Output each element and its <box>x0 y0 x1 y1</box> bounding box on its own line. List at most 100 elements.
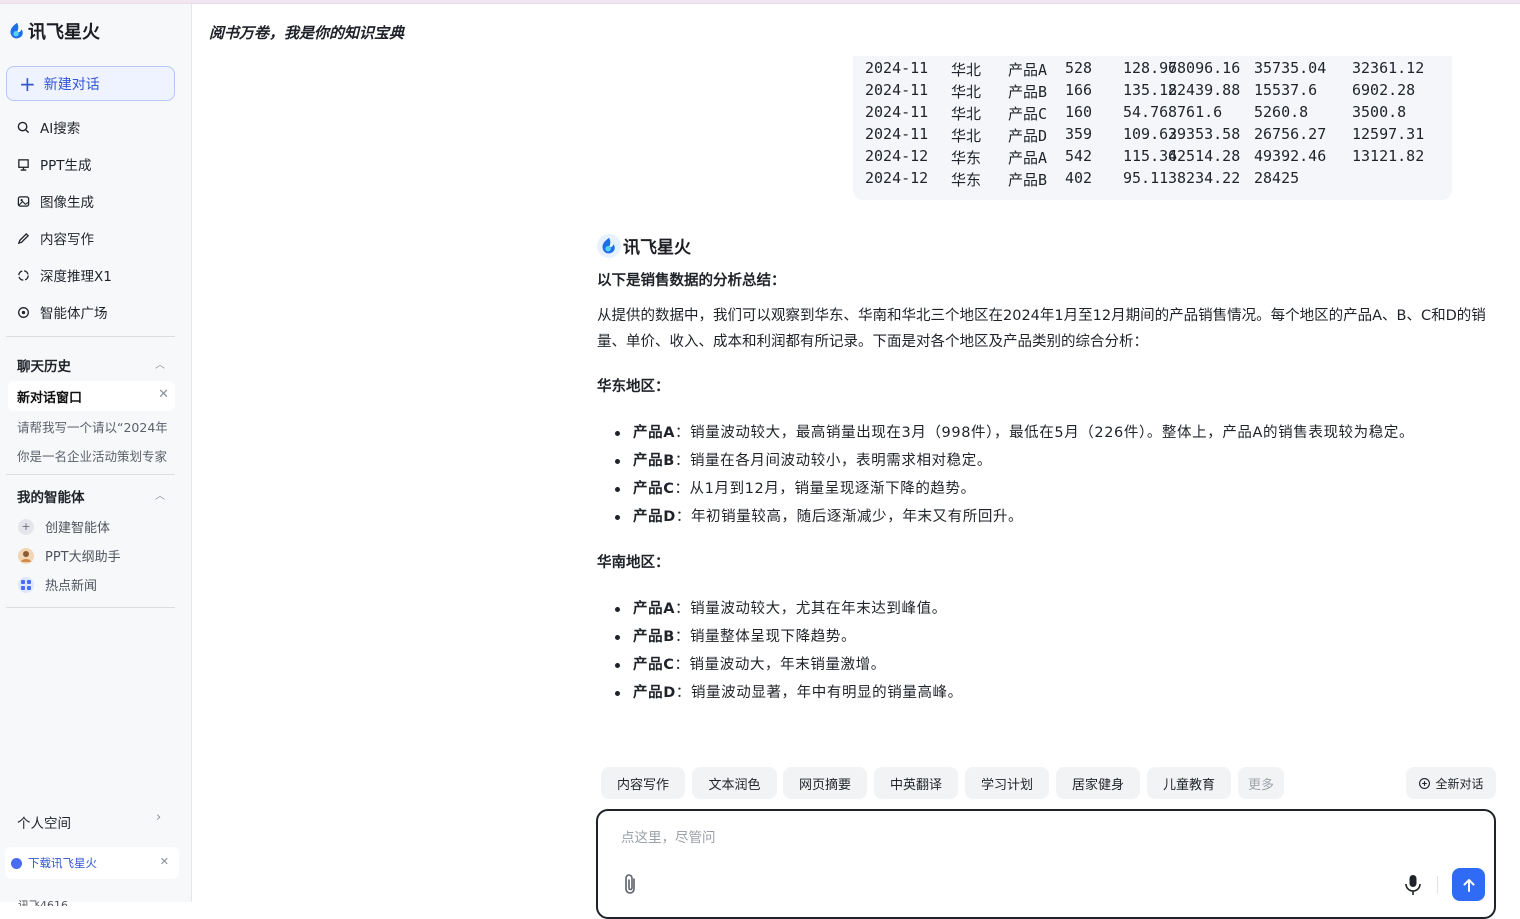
table-cell: 华北 <box>951 127 982 145</box>
table-cell: 38234.22 <box>1168 169 1241 187</box>
microphone-icon[interactable] <box>1403 874 1423 900</box>
history-item[interactable]: 你是一名企业活动策划专家 <box>17 446 167 465</box>
agent-create[interactable]: + 创建智能体 <box>18 517 110 536</box>
list-item: 产品A：销量波动较大，尤其在年末达到峰值。 <box>597 595 1502 623</box>
nav-image[interactable]: 图像生成 <box>16 190 94 212</box>
list-item: 产品B：销量在各月间波动较小，表明需求相对稳定。 <box>597 447 1502 475</box>
chip-more[interactable]: 更多 <box>1238 767 1284 799</box>
table-cell: 2024-11 <box>865 81 929 99</box>
data-table-block: 2024-11 华北 产品A 528 128.97 68096.16 35735.04 323… <box>853 56 1452 200</box>
product-label: 产品A <box>633 601 676 617</box>
chip-text-polish[interactable]: 文本润色 <box>692 767 777 799</box>
close-icon[interactable]: ✕ <box>158 387 169 402</box>
nav-agent-plaza[interactable]: 智能体广场 <box>16 301 108 323</box>
chip-web-summary[interactable]: 网页摘要 <box>783 767 867 799</box>
send-button[interactable] <box>1452 868 1485 901</box>
table-cell: 359 <box>1065 125 1093 143</box>
brand-name: 讯飞星火 <box>28 22 100 43</box>
section-south-title: 华南地区： <box>597 555 670 571</box>
brand-logo[interactable]: 讯飞星火 <box>8 18 100 44</box>
east-list: 产品A：销量波动较大，最高销量出现在3月（998件），最低在5月（226件）。整… <box>597 419 1502 531</box>
assistant-logo: 讯飞星火 <box>597 233 691 258</box>
agent-plaza-icon <box>16 305 30 319</box>
agent-label: 热点新闻 <box>45 579 98 594</box>
history-item-label: 新对话窗口 <box>17 390 83 406</box>
table-cell: 华北 <box>951 105 982 123</box>
product-label: 产品D <box>633 509 676 525</box>
table-cell: 166 <box>1065 81 1093 99</box>
table-cell: 28425 <box>1254 169 1300 187</box>
input-divider <box>1437 876 1438 894</box>
chip-translate[interactable]: 中英翻译 <box>874 767 958 799</box>
plus-icon: + <box>19 71 36 96</box>
chevron-up-icon[interactable]: ︿ <box>155 356 165 371</box>
download-banner[interactable]: 下载讯飞星火 ✕ <box>5 847 179 879</box>
close-icon[interactable]: ✕ <box>160 855 169 868</box>
chip-study-plan[interactable]: 学习计划 <box>965 767 1049 799</box>
table-cell: 5260.8 <box>1254 103 1309 121</box>
table-cell: 95.11 <box>1123 169 1169 187</box>
spark-dot-icon <box>11 857 22 869</box>
sidebar-divider <box>6 336 175 337</box>
history-item-active[interactable]: 新对话窗口 ✕ <box>8 381 175 411</box>
history-section-title: 聊天历史 <box>17 359 71 375</box>
chat-input-placeholder: 点这里，尽管问 <box>621 830 716 846</box>
list-item: 产品C：销量波动大，年末销量激增。 <box>597 651 1502 679</box>
table-cell: 2024-11 <box>865 103 929 121</box>
table-cell: 22439.88 <box>1168 81 1241 99</box>
table-cell: 2024-12 <box>865 147 929 165</box>
history-item[interactable]: 请帮我写一个请以“2024年 <box>17 417 167 436</box>
chip-home-fitness[interactable]: 居家健身 <box>1056 767 1140 799</box>
table-cell: 华北 <box>951 61 982 79</box>
new-chat-button[interactable]: + 新建对话 <box>6 66 175 101</box>
chevron-right-icon[interactable]: › <box>156 810 161 825</box>
personal-space[interactable]: 个人空间 <box>17 812 71 832</box>
sidebar: 讯飞星火 + 新建对话 AI搜索 PPT生成 图像生成 内容写作 深度推理X1 <box>0 4 192 906</box>
nav-reasoning[interactable]: 深度推理X1 <box>16 264 112 286</box>
section-east-title: 华东地区： <box>597 379 670 395</box>
nav-label: 智能体广场 <box>40 306 108 322</box>
table-cell: 产品A <box>1008 149 1048 167</box>
table-cell: 产品C <box>1008 105 1048 123</box>
ai-search-icon <box>16 120 30 134</box>
new-full-chat-label: 全新对话 <box>1435 776 1484 791</box>
download-label: 下载讯飞星火 <box>28 856 97 870</box>
table-cell: 产品B <box>1008 83 1048 101</box>
product-text: ：年初销量较高，随后逐渐减少，年末又有所回升。 <box>675 509 1024 525</box>
chip-child-education[interactable]: 儿童教育 <box>1147 767 1231 799</box>
product-label: 产品C <box>633 481 675 497</box>
ppt-icon <box>16 157 30 171</box>
nav-ppt[interactable]: PPT生成 <box>16 153 92 175</box>
table-cell: 2024-12 <box>865 169 929 187</box>
nav-writing[interactable]: 内容写作 <box>16 227 94 249</box>
chat-input[interactable]: 点这里，尽管问 <box>596 809 1496 919</box>
product-text: ：销量波动显著，年中有明显的销量高峰。 <box>675 685 963 701</box>
product-text: ：销量波动较大，最高销量出现在3月（998件），最低在5月（226件）。整体上，… <box>675 425 1415 441</box>
table-cell: 528 <box>1065 59 1093 77</box>
agent-hot-news[interactable]: 热点新闻 <box>18 575 97 594</box>
product-text: ：销量整体呈现下降趋势。 <box>674 629 857 645</box>
chip-content-writing[interactable]: 内容写作 <box>601 767 685 799</box>
spark-logo-icon <box>10 22 23 39</box>
new-full-chat-button[interactable]: 全新对话 <box>1406 767 1496 799</box>
table-cell: 产品D <box>1008 127 1048 145</box>
spark-logo-icon <box>597 233 621 258</box>
table-cell: 2024-11 <box>865 59 929 77</box>
chevron-up-icon[interactable]: ︿ <box>155 487 165 502</box>
avatar-icon <box>18 547 34 564</box>
attach-icon[interactable] <box>622 872 638 900</box>
table-cell: 华东 <box>951 171 982 189</box>
table-cell: 542 <box>1065 147 1093 165</box>
list-item: 产品D：年初销量较高，随后逐渐减少，年末又有所回升。 <box>597 503 1502 531</box>
sidebar-divider <box>6 474 175 475</box>
list-item: 产品D：销量波动显著，年中有明显的销量高峰。 <box>597 679 1502 707</box>
list-item: 产品B：销量整体呈现下降趋势。 <box>597 623 1502 651</box>
table-cell: 华北 <box>951 83 982 101</box>
nav-ai-search[interactable]: AI搜索 <box>16 116 80 138</box>
assistant-name: 讯飞星火 <box>623 238 691 258</box>
nav-label: PPT生成 <box>40 158 92 174</box>
table-cell: 产品B <box>1008 171 1048 189</box>
product-label: 产品B <box>633 629 675 645</box>
table-cell: 26756.27 <box>1254 125 1327 143</box>
agent-ppt-outline[interactable]: PPT大纲助手 <box>18 546 121 565</box>
